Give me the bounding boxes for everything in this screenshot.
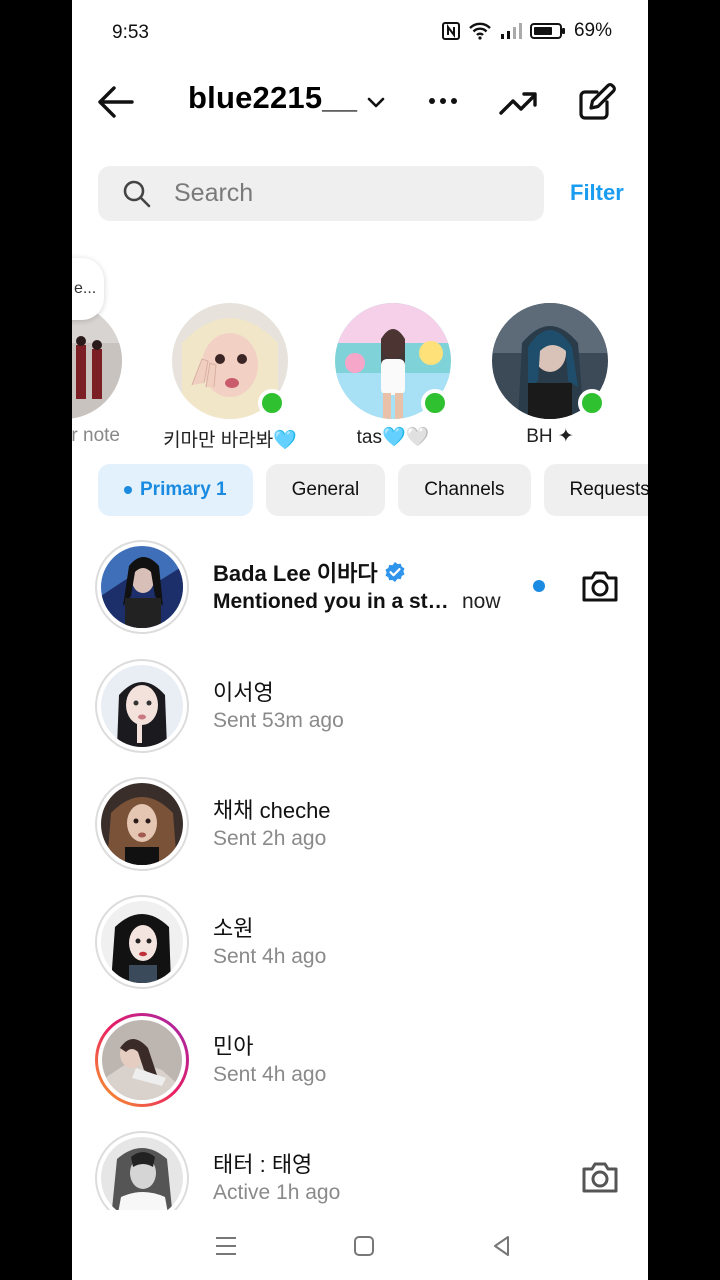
top-bar: blue2215__	[72, 70, 648, 134]
unread-dot	[124, 486, 132, 494]
tab-label: Requests	[569, 479, 648, 500]
search-placeholder: Search	[174, 179, 254, 207]
chat-name: Bada Lee 이바다	[213, 556, 406, 588]
chat-row[interactable]: 소원 Sent 4h ago	[72, 895, 648, 1013]
unread-dot	[533, 580, 545, 592]
tab-label: Channels	[424, 479, 505, 500]
search-icon	[123, 180, 151, 208]
status-bar: 9:53 69%	[72, 0, 648, 66]
avatar-story-ring	[95, 1013, 189, 1107]
nfc-icon	[441, 22, 460, 40]
status-time: 9:53	[112, 22, 149, 43]
account-username[interactable]: blue2215__	[188, 80, 357, 116]
tab-primary[interactable]: Primary 1	[98, 464, 253, 516]
note-item[interactable]: BH ✦	[480, 303, 620, 448]
new-message-icon[interactable]	[577, 82, 617, 122]
back-triangle-icon[interactable]	[490, 1234, 514, 1258]
online-indicator	[421, 389, 449, 417]
chat-status: Sent 4h ago	[213, 945, 327, 968]
chat-time: now	[462, 590, 501, 613]
chat-row[interactable]: 채채 cheche Sent 2h ago	[72, 777, 648, 895]
chat-name-text: Bada Lee 이바다	[213, 561, 378, 586]
chat-name: 채채 cheche	[213, 798, 331, 823]
note-label: r note	[72, 425, 120, 446]
home-icon[interactable]	[352, 1234, 376, 1258]
chat-name: 태터 : 태영	[213, 1152, 313, 1177]
chevron-down-icon[interactable]	[364, 90, 388, 114]
filter-button[interactable]: Filter	[570, 180, 624, 206]
tab-general[interactable]: General	[265, 464, 386, 516]
inbox-tabs: Primary 1 General Channels Requests	[98, 464, 648, 516]
tab-label: Primary 1	[140, 479, 227, 500]
tab-requests[interactable]: Requests	[543, 464, 648, 516]
tab-label: General	[291, 479, 360, 500]
avatar	[95, 777, 189, 871]
note-item[interactable]: 키마만 바라봐🩵	[160, 303, 300, 452]
avatar	[95, 540, 189, 634]
online-indicator	[258, 389, 286, 417]
search-bar[interactable]: Search	[98, 166, 544, 221]
back-arrow-icon[interactable]	[94, 82, 138, 122]
system-nav-bar	[72, 1210, 648, 1280]
note-label: 키마만 바라봐🩵	[163, 430, 297, 451]
chat-status: Sent 4h ago	[213, 1063, 327, 1086]
avatar	[95, 895, 189, 989]
note-item[interactable]: tas🩵🤍	[323, 303, 463, 449]
chat-row[interactable]: 민아 Sent 4h ago	[72, 1013, 648, 1131]
chat-status: Active 1h ago	[213, 1181, 341, 1204]
avatar	[95, 659, 189, 753]
note-bubble[interactable]: e...	[72, 258, 104, 320]
chat-name: 민아	[213, 1034, 254, 1059]
status-icons: 69%	[441, 20, 612, 42]
note-label: tas🩵🤍	[356, 427, 430, 448]
chat-status: Sent 53m ago	[213, 709, 344, 732]
battery-icon	[529, 23, 565, 39]
chat-row[interactable]: 이서영 Sent 53m ago	[72, 659, 648, 777]
recents-menu-icon[interactable]	[214, 1234, 238, 1258]
trending-icon[interactable]	[498, 84, 538, 120]
battery-level: 69%	[573, 20, 612, 41]
camera-icon[interactable]	[580, 1159, 620, 1195]
phone-screen: 9:53 69% blue2215__ Search Filter r note…	[72, 0, 648, 1280]
chat-preview: Mentioned you in a st…	[213, 590, 449, 613]
verified-badge-icon	[385, 562, 405, 582]
note-bubble-text: e...	[74, 280, 97, 297]
note-label: BH ✦	[526, 426, 574, 447]
chat-name: 이서영	[213, 680, 274, 705]
signal-icon	[500, 23, 522, 39]
note-item[interactable]: r note	[72, 303, 134, 447]
more-options-icon[interactable]	[426, 86, 460, 116]
chat-name: 소원	[213, 916, 254, 941]
avatar	[72, 303, 122, 419]
wifi-icon	[469, 22, 491, 40]
chat-row[interactable]: Bada Lee 이바다 Mentioned you in a st… now	[72, 540, 648, 658]
online-indicator	[578, 389, 606, 417]
camera-icon[interactable]	[580, 568, 620, 604]
chat-status: Sent 2h ago	[213, 827, 327, 850]
tab-channels[interactable]: Channels	[398, 464, 531, 516]
